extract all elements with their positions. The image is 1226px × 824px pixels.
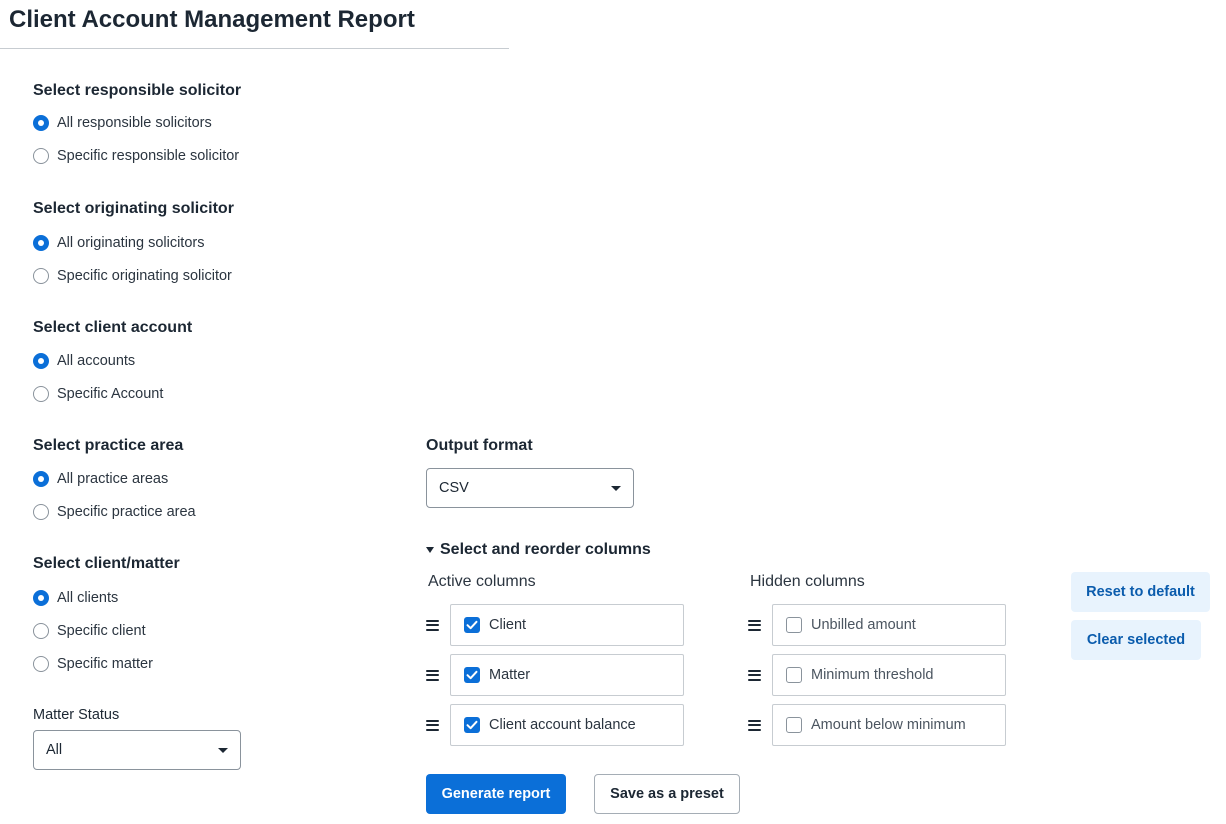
drag-handle-icon[interactable] bbox=[426, 619, 439, 631]
chevron-down-icon bbox=[218, 748, 228, 753]
page-title: Client Account Management Report bbox=[9, 6, 415, 33]
hidden-column-row[interactable]: Unbilled amount bbox=[748, 604, 1006, 646]
column-item: Minimum threshold bbox=[772, 654, 1006, 696]
columns-section-title: Select and reorder columns bbox=[440, 541, 651, 558]
radio-label: Specific Account bbox=[57, 386, 164, 402]
hidden-column-row[interactable]: Amount below minimum bbox=[748, 704, 1006, 746]
radio-specific-matter[interactable]: Specific matter bbox=[33, 652, 180, 676]
column-label: Client bbox=[489, 617, 527, 633]
column-item: Client account balance bbox=[450, 704, 684, 746]
group-title: Select client account bbox=[33, 319, 193, 336]
client-account-group: Select client account All accounts Speci… bbox=[33, 318, 192, 406]
drag-handle-icon[interactable] bbox=[748, 619, 761, 631]
column-label: Unbilled amount bbox=[811, 617, 916, 633]
output-format-value: CSV bbox=[439, 480, 469, 496]
radio-all-originating[interactable]: All originating solicitors bbox=[33, 231, 234, 255]
drag-handle-icon[interactable] bbox=[426, 669, 439, 681]
column-checkbox[interactable] bbox=[464, 717, 480, 733]
originating-solicitor-group: Select originating solicitor All origina… bbox=[33, 199, 234, 288]
group-title: Select client/matter bbox=[33, 555, 180, 572]
radio-label: Specific responsible solicitor bbox=[57, 148, 240, 164]
radio-specific-responsible[interactable]: Specific responsible solicitor bbox=[33, 144, 241, 168]
column-item: Client bbox=[450, 604, 684, 646]
radio-button[interactable] bbox=[33, 623, 49, 639]
generate-report-button[interactable]: Generate report bbox=[426, 774, 566, 814]
matter-status-label: Matter Status bbox=[33, 707, 120, 723]
radio-specific-client[interactable]: Specific client bbox=[33, 619, 180, 643]
hidden-columns-heading: Hidden columns bbox=[750, 573, 865, 590]
radio-button[interactable] bbox=[33, 235, 49, 251]
active-column-row[interactable]: Matter bbox=[426, 654, 684, 696]
column-item: Unbilled amount bbox=[772, 604, 1006, 646]
radio-specific-originating[interactable]: Specific originating solicitor bbox=[33, 264, 234, 288]
title-divider bbox=[0, 48, 509, 49]
radio-button[interactable] bbox=[33, 148, 49, 164]
radio-button[interactable] bbox=[33, 268, 49, 284]
radio-all-accounts[interactable]: All accounts bbox=[33, 349, 192, 373]
radio-button[interactable] bbox=[33, 590, 49, 606]
chevron-down-icon bbox=[611, 486, 621, 491]
radio-specific-practice-area[interactable]: Specific practice area bbox=[33, 500, 196, 524]
column-checkbox[interactable] bbox=[786, 667, 802, 683]
practice-area-group: Select practice area All practice areas … bbox=[33, 436, 196, 524]
radio-specific-account[interactable]: Specific Account bbox=[33, 382, 192, 406]
matter-status-select[interactable]: All bbox=[33, 730, 241, 770]
radio-button[interactable] bbox=[33, 115, 49, 131]
caret-down-icon bbox=[426, 547, 434, 553]
radio-label: Specific client bbox=[57, 623, 146, 639]
matter-status-value: All bbox=[46, 742, 63, 758]
radio-button[interactable] bbox=[33, 656, 49, 672]
responsible-solicitor-group: Select responsible solicitor All respons… bbox=[33, 81, 241, 168]
column-checkbox[interactable] bbox=[786, 617, 802, 633]
save-preset-button[interactable]: Save as a preset bbox=[594, 774, 740, 814]
radio-label: All originating solicitors bbox=[57, 235, 205, 251]
group-title: Select responsible solicitor bbox=[33, 82, 242, 99]
column-item: Matter bbox=[450, 654, 684, 696]
column-label: Minimum threshold bbox=[811, 667, 934, 683]
radio-label: All responsible solicitors bbox=[57, 115, 212, 131]
column-checkbox[interactable] bbox=[464, 617, 480, 633]
active-column-row[interactable]: Client bbox=[426, 604, 684, 646]
output-format-label: Output format bbox=[426, 437, 533, 454]
group-title: Select practice area bbox=[33, 437, 184, 454]
radio-button[interactable] bbox=[33, 353, 49, 369]
radio-label: All clients bbox=[57, 590, 119, 606]
drag-handle-icon[interactable] bbox=[748, 719, 761, 731]
column-label: Client account balance bbox=[489, 717, 636, 733]
column-label: Matter bbox=[489, 667, 531, 683]
radio-all-responsible[interactable]: All responsible solicitors bbox=[33, 111, 241, 135]
column-checkbox[interactable] bbox=[464, 667, 480, 683]
drag-handle-icon[interactable] bbox=[426, 719, 439, 731]
active-column-row[interactable]: Client account balance bbox=[426, 704, 684, 746]
radio-button[interactable] bbox=[33, 504, 49, 520]
column-item: Amount below minimum bbox=[772, 704, 1006, 746]
column-label: Amount below minimum bbox=[811, 717, 966, 733]
radio-button[interactable] bbox=[33, 386, 49, 402]
client-matter-group: Select client/matter All clients Specifi… bbox=[33, 554, 180, 676]
radio-button[interactable] bbox=[33, 471, 49, 487]
active-columns-heading: Active columns bbox=[428, 573, 536, 590]
output-format-select[interactable]: CSV bbox=[426, 468, 634, 508]
radio-label: All practice areas bbox=[57, 471, 169, 487]
drag-handle-icon[interactable] bbox=[748, 669, 761, 681]
clear-selected-button[interactable]: Clear selected bbox=[1071, 620, 1201, 660]
hidden-column-row[interactable]: Minimum threshold bbox=[748, 654, 1006, 696]
radio-label: Specific practice area bbox=[57, 504, 196, 520]
radio-label: All accounts bbox=[57, 353, 136, 369]
radio-all-practice-areas[interactable]: All practice areas bbox=[33, 467, 196, 491]
radio-label: Specific matter bbox=[57, 656, 153, 672]
radio-label: Specific originating solicitor bbox=[57, 268, 232, 284]
radio-all-clients[interactable]: All clients bbox=[33, 586, 180, 610]
column-checkbox[interactable] bbox=[786, 717, 802, 733]
reset-to-default-button[interactable]: Reset to default bbox=[1071, 572, 1210, 612]
columns-section-toggle[interactable]: Select and reorder columns bbox=[426, 541, 651, 559]
group-title: Select originating solicitor bbox=[33, 200, 234, 217]
